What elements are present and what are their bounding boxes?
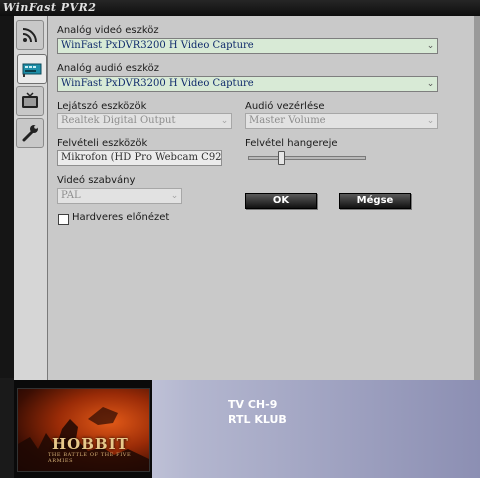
- title-bar: WinFast PVR2: [0, 0, 480, 16]
- station-name: RTL KLUB: [228, 413, 287, 426]
- chevron-down-icon[interactable]: ⌄: [424, 39, 437, 53]
- video-device-label: Analóg videó eszköz: [57, 25, 159, 36]
- hardware-preview-label: Hardveres előnézet: [72, 212, 170, 223]
- audio-control-label: Audió vezérlése: [245, 101, 325, 112]
- video-device-select[interactable]: WinFast PxDVR3200 H Video Capture ⌄: [57, 38, 438, 54]
- chevron-down-icon[interactable]: ⌄: [424, 77, 437, 91]
- video-preview[interactable]: HOBBIT THE BATTLE OF THE FIVE ARMIES: [14, 380, 152, 478]
- audio-control-select[interactable]: Master Volume ⌄: [245, 113, 438, 129]
- ok-button[interactable]: OK: [245, 193, 317, 209]
- chevron-down-icon: ⌄: [426, 116, 435, 126]
- window-edge: [474, 16, 480, 380]
- recording-volume-slider-thumb[interactable]: [278, 151, 286, 165]
- video-standard-value: PAL: [61, 190, 81, 201]
- channel-number: TV CH-9: [228, 398, 278, 411]
- chevron-down-icon: ⌄: [170, 191, 179, 201]
- cancel-button[interactable]: Mégse: [339, 193, 411, 209]
- poster-title: HOBBIT: [52, 435, 129, 453]
- playback-devices-select[interactable]: Realtek Digital Output ⌄: [57, 113, 232, 129]
- tab-channels[interactable]: [16, 20, 44, 50]
- left-edge: [0, 16, 14, 378]
- tv-icon: [22, 92, 38, 108]
- tab-tools[interactable]: [16, 118, 44, 148]
- preview-image: HOBBIT THE BATTLE OF THE FIVE ARMIES: [17, 388, 150, 472]
- recording-devices-value: Mikrofon (HD Pro Webcam C920): [61, 152, 222, 163]
- video-standard-label: Videó szabvány: [57, 175, 136, 186]
- tab-tv[interactable]: [16, 86, 44, 116]
- audio-control-value: Master Volume: [249, 115, 326, 126]
- recording-volume-label: Felvétel hangereje: [245, 138, 338, 149]
- audio-device-label: Analóg audió eszköz: [57, 63, 160, 74]
- app-title: WinFast PVR2: [3, 1, 97, 14]
- playback-devices-value: Realtek Digital Output: [61, 115, 176, 126]
- capture-device-icon: [22, 63, 42, 77]
- chevron-down-icon: ⌄: [220, 116, 229, 126]
- recording-volume-slider-track[interactable]: [248, 156, 366, 160]
- poster-subtitle: THE BATTLE OF THE FIVE ARMIES: [48, 452, 132, 464]
- video-device-value: WinFast PxDVR3200 H Video Capture: [61, 40, 254, 51]
- broadcast-icon: [22, 28, 37, 43]
- audio-device-select[interactable]: WinFast PxDVR3200 H Video Capture ⌄: [57, 76, 438, 92]
- tab-capture-device[interactable]: [17, 54, 47, 84]
- audio-device-value: WinFast PxDVR3200 H Video Capture: [61, 78, 254, 89]
- hardware-preview-checkbox[interactable]: [58, 214, 69, 225]
- wrench-icon: [22, 125, 38, 142]
- recording-devices-select[interactable]: Mikrofon (HD Pro Webcam C920): [57, 150, 222, 166]
- playback-devices-label: Lejátszó eszközök: [57, 101, 147, 112]
- recording-devices-label: Felvételi eszközök: [57, 138, 148, 149]
- preview-area: HOBBIT THE BATTLE OF THE FIVE ARMIES TV …: [0, 380, 480, 478]
- settings-tab-bar: [14, 16, 48, 380]
- video-standard-select[interactable]: PAL ⌄: [57, 188, 182, 204]
- preview-left-edge: [0, 380, 14, 478]
